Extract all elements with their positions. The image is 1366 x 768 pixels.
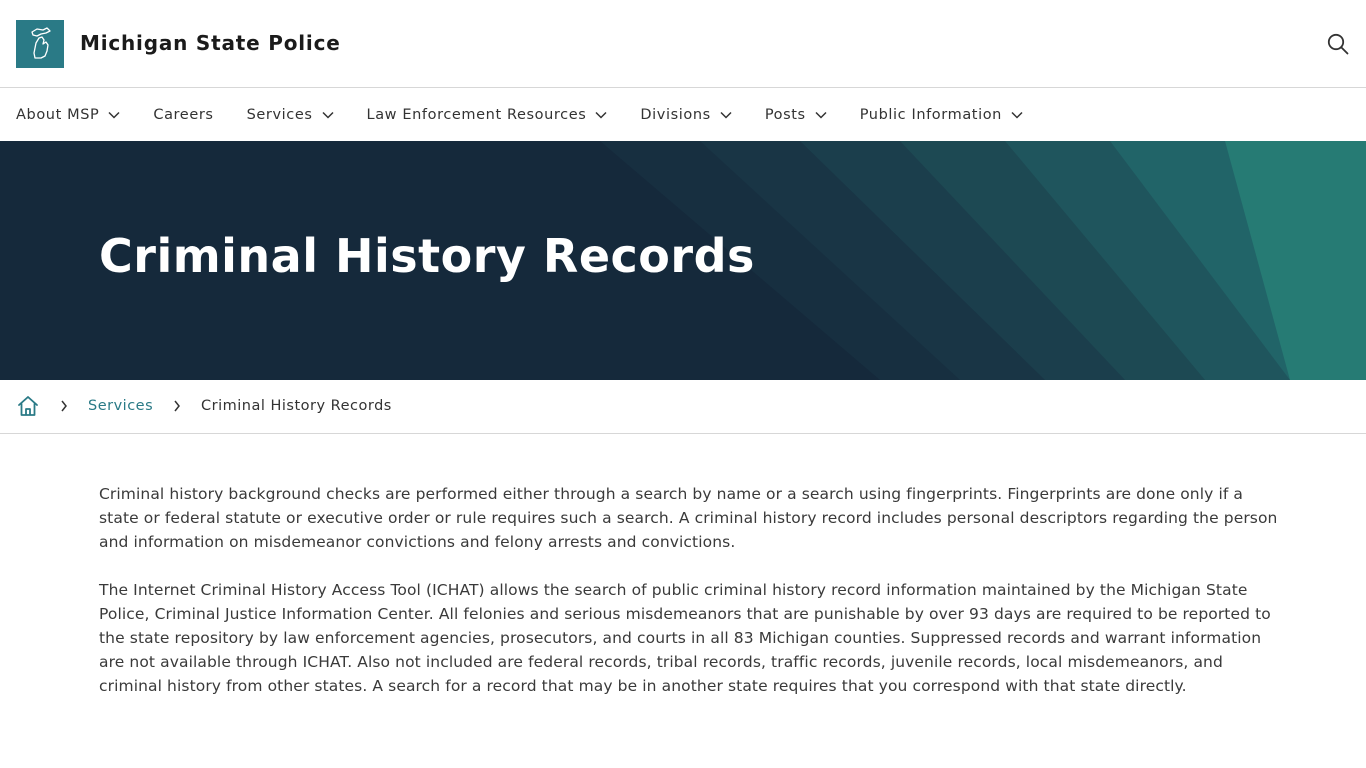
hero-banner: Criminal History Records <box>0 141 1366 380</box>
site-logo[interactable] <box>16 20 64 68</box>
content-paragraph: Criminal history background checks are p… <box>99 485 1278 551</box>
chevron-down-icon <box>108 111 120 119</box>
michigan-map-icon <box>31 27 51 59</box>
search-button[interactable] <box>1326 32 1350 56</box>
nav-item-law-enforcement-resources[interactable]: Law Enforcement Resources <box>367 107 608 123</box>
breadcrumb-current: Criminal History Records <box>201 398 392 414</box>
nav-item-label: Law Enforcement Resources <box>366 107 587 123</box>
main-nav: About MSP Careers Services Law Enforcement … <box>0 89 1366 141</box>
nav-item-careers[interactable]: Careers <box>153 107 213 123</box>
breadcrumb-link-services[interactable]: Services <box>88 398 153 414</box>
nav-item-posts[interactable]: Posts <box>765 107 827 123</box>
chevron-down-icon <box>321 111 334 119</box>
nav-item-about-msp[interactable]: About MSP <box>16 107 120 123</box>
nav-item-label: About MSP <box>16 107 100 123</box>
main-content: Criminal history background checks are p… <box>99 482 1279 722</box>
content-paragraph: The Internet Criminal History Access Too… <box>99 581 1271 695</box>
chevron-down-icon <box>595 111 607 119</box>
chevron-right-icon <box>60 400 68 412</box>
home-icon <box>18 396 38 416</box>
page-title: Criminal History Records <box>99 229 755 283</box>
nav-item-label: Divisions <box>640 107 711 123</box>
site-title[interactable]: Michigan State Police <box>80 31 341 55</box>
breadcrumb-home[interactable] <box>16 394 40 418</box>
nav-item-public-information[interactable]: Public Information <box>860 107 1023 123</box>
chevron-down-icon <box>1011 111 1023 119</box>
search-icon <box>1327 33 1349 55</box>
chevron-down-icon <box>815 111 827 119</box>
nav-item-label: Posts <box>764 107 806 123</box>
breadcrumb: Services Criminal History Records <box>0 380 1366 434</box>
nav-item-label: Public Information <box>859 107 1002 123</box>
nav-item-label: Careers <box>153 107 214 123</box>
site-header: Michigan State Police <box>0 0 1366 88</box>
chevron-down-icon <box>720 111 732 119</box>
nav-item-services[interactable]: Services <box>247 107 334 123</box>
nav-item-label: Services <box>246 107 313 123</box>
nav-item-divisions[interactable]: Divisions <box>640 107 732 123</box>
chevron-right-icon <box>173 400 181 412</box>
